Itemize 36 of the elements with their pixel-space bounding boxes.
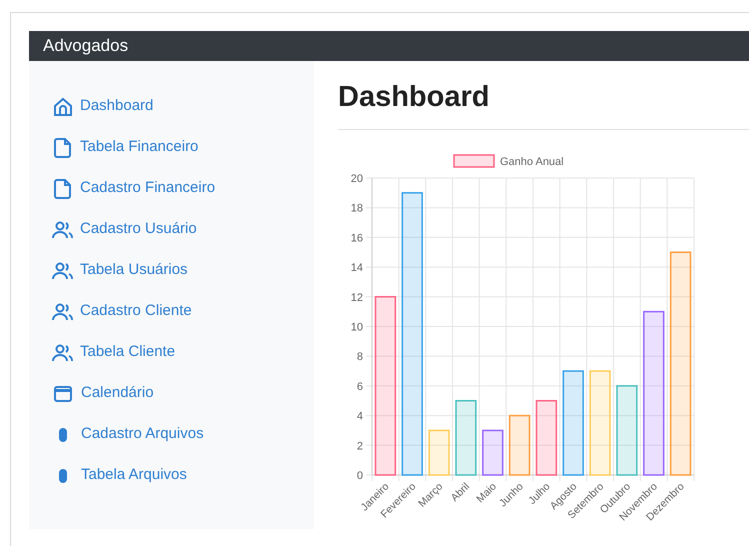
brand-title[interactable]: Advogados [43,33,128,59]
people-icon [52,302,74,320]
legend-label: Ganho Anual [500,156,564,168]
bar [428,430,450,476]
people-icon [52,262,74,280]
people-icon [52,344,74,362]
sidebar-link[interactable]: Tabela Cliente [52,332,314,373]
bar [508,414,530,476]
y-tick-label: 10 [350,322,363,334]
sidebar-link[interactable]: Cadastro Financeiro [52,168,314,209]
y-tick-label: 18 [350,202,363,215]
file-icon [54,178,72,198]
sidebar-link[interactable]: Dashboard [52,86,314,127]
y-tick-label: 20 [350,173,363,185]
home-icon [53,96,73,116]
bar [482,430,504,476]
y-tick-label: 16 [350,232,363,244]
y-tick-label: 8 [356,351,363,364]
sidebar-link[interactable]: Tabela Financeiro [52,127,314,168]
y-tick-label: 4 [356,410,363,423]
calendar-icon [54,386,72,402]
page-title: Dashboard [338,80,490,115]
y-tick-label: 14 [350,262,363,274]
sidebar-link[interactable]: Cadastro Usuário [52,209,314,250]
sidebar-link[interactable]: Calendário [52,373,314,414]
legend: Ganho Anual [453,154,564,168]
y-tick-label: 6 [356,380,363,393]
sidebar-link[interactable]: Cadastro Cliente [52,291,314,332]
y-tick-label: 2 [356,440,363,452]
sidebar-link[interactable]: Tabela Arquivos [52,455,314,496]
file-icon [54,138,72,158]
people-icon [52,220,74,238]
y-tick-label: 0 [356,470,363,482]
sidebar-link[interactable]: Tabela Usuários [52,250,314,291]
y-tick-label: 12 [350,292,363,304]
sidebar-link[interactable]: Cadastro Arquivos [52,414,314,455]
